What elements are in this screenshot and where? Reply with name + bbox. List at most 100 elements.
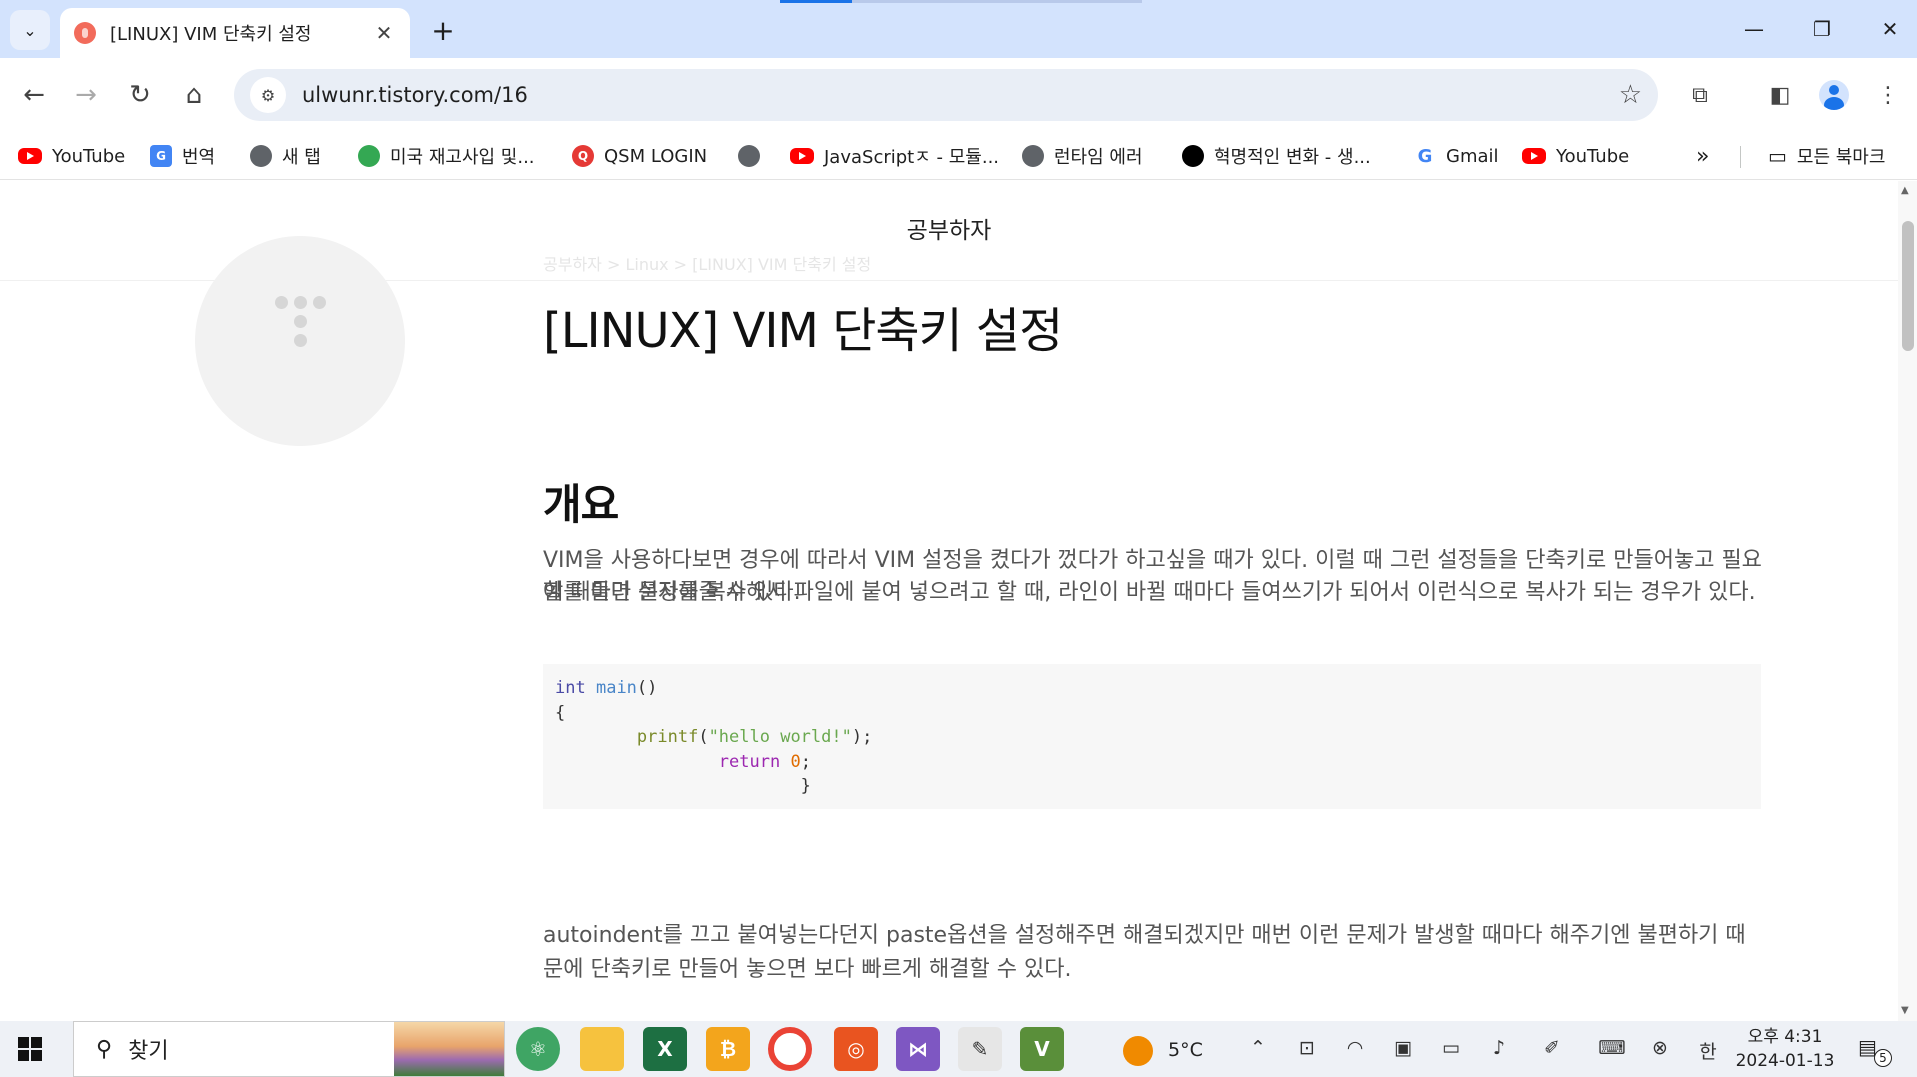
reload-icon[interactable]: ↻ [118, 73, 162, 117]
back-arrow-icon[interactable]: ← [12, 73, 56, 117]
bookmark-label: YouTube [1556, 145, 1630, 167]
code-function: main [595, 678, 637, 698]
close-window-button[interactable]: ✕ [1856, 8, 1917, 50]
start-tile [31, 1050, 42, 1061]
page-content: 공부하자 공부하자 > Linux > [LINUX] VIM 단축키 설정 [… [0, 181, 1898, 1021]
new-tab-button[interactable]: + [425, 12, 461, 48]
scroll-down-icon[interactable]: ▼ [1901, 1005, 1909, 1016]
globe-icon [250, 145, 272, 167]
code-text: ; [800, 751, 811, 772]
bookmark-star-icon[interactable]: ☆ [1619, 80, 1642, 110]
notifications-button[interactable]: ▤ 5 [1858, 1035, 1892, 1067]
vim-icon[interactable]: V [1020, 1027, 1064, 1071]
tray-chevron-icon[interactable]: ⌃ [1243, 1037, 1273, 1059]
atom-app-icon[interactable]: ⚛ [516, 1027, 560, 1071]
tab-close-icon[interactable]: ✕ [372, 21, 396, 45]
site-settings-icon[interactable]: ⚙ [250, 77, 286, 113]
battery-icon[interactable]: ▭ [1436, 1037, 1466, 1059]
ubuntu-icon[interactable]: ◎ [834, 1027, 878, 1071]
youtube-icon [790, 148, 814, 164]
search-icon: ⚲ [96, 1036, 113, 1062]
pen-icon[interactable]: ✐ [1537, 1037, 1567, 1059]
paragraph-solution: autoindent를 끄고 붙여넣는다던지 paste옵션을 설정해주면 해결… [543, 923, 1746, 982]
page-scrollbar[interactable]: ▲ ▼ [1898, 181, 1917, 1021]
keyboard-icon[interactable]: ⌨ [1597, 1037, 1627, 1059]
bookmark-revolution[interactable]: 혁명적인 변화 - 생... [1182, 140, 1371, 172]
more-menu-icon[interactable]: ⋮ [1866, 73, 1910, 117]
scroll-thumb[interactable] [1902, 221, 1914, 351]
bookmark-label: JavaScriptㅈ - 모듈... [824, 147, 1000, 168]
search-placeholder: 찾기 [128, 1039, 169, 1064]
bookmark-runtime-error[interactable]: 런타임 에러 [1022, 140, 1143, 172]
bookmark-label: QSM LOGIN [604, 145, 708, 167]
circle-icon [1182, 145, 1204, 167]
url-text[interactable]: ulwunr.tistory.com/16 [302, 83, 1619, 107]
profile-avatar[interactable] [1812, 73, 1856, 117]
restore-button[interactable]: ❐ [1788, 8, 1856, 50]
code-number: 0 [790, 751, 801, 772]
volume-icon[interactable]: ♪ [1484, 1037, 1514, 1059]
profile-image[interactable] [195, 236, 405, 446]
close-circle-icon[interactable]: ⊗ [1645, 1037, 1675, 1059]
clock-date: 2024-01-13 [1735, 1051, 1835, 1071]
start-tile [18, 1050, 29, 1061]
taskbar-search[interactable]: ⚲ 찾기 [73, 1021, 505, 1077]
chrome-icon[interactable] [768, 1027, 812, 1071]
globe-icon [1022, 145, 1044, 167]
logo-dot [294, 296, 307, 309]
bookmarks-bar: YouTube G 번역 새 탭 미국 재고사입 및... Q QSM LOGIN … [0, 132, 1917, 180]
tab-title: [LINUX] VIM 단축키 설정 [110, 24, 312, 45]
youtube-icon [18, 148, 42, 164]
wifi-icon[interactable]: ◠ [1340, 1037, 1370, 1059]
start-tile [18, 1037, 29, 1048]
bookmark-gmail[interactable]: G Gmail [1414, 140, 1499, 172]
qsm-icon: Q [572, 145, 594, 167]
chevron-down-icon: ⌄ [23, 20, 37, 40]
camera-icon[interactable]: ⊡ [1292, 1037, 1322, 1059]
start-tile [31, 1037, 42, 1048]
bookmark-translate[interactable]: G 번역 [150, 140, 215, 172]
minimize-button[interactable]: — [1720, 8, 1788, 50]
windows-start-icon[interactable] [18, 1037, 42, 1061]
extensions-icon[interactable]: ⧉ [1678, 73, 1722, 117]
code-string: "hello world!" [708, 727, 852, 747]
weather-sun-icon[interactable] [1123, 1036, 1153, 1066]
google-icon: G [1414, 145, 1436, 167]
browser-toolbar: ← → ↻ ⌂ ⚙ ulwunr.tistory.com/16 ☆ ⧉ ◧ ⋮ [0, 58, 1917, 132]
logo-dot [313, 296, 326, 309]
forward-arrow-icon[interactable]: → [64, 73, 108, 117]
weather-temperature[interactable]: 5°C [1168, 1039, 1203, 1061]
folder-icon: ▭ [1768, 144, 1787, 168]
code-text: } [800, 776, 811, 796]
globe-icon [738, 145, 760, 167]
bookmark-divider [1740, 146, 1741, 168]
tab-active[interactable]: [LINUX] VIM 단축키 설정 ✕ [60, 8, 410, 58]
bookmark-label: 미국 재고사입 및... [390, 147, 535, 168]
ime-indicator[interactable]: 한 [1693, 1037, 1723, 1064]
bookmark-javascript[interactable]: JavaScriptㅈ - 모듈... [790, 140, 999, 172]
excel-icon[interactable]: X [643, 1027, 687, 1071]
paragraph-example: 예를 들면 문자를 복사해서 파일에 붙여 넣으려고 할 때, 라인이 바뀔 때… [543, 580, 1756, 605]
file-explorer-icon[interactable] [580, 1027, 624, 1071]
bookmark-us-stock[interactable]: 미국 재고사입 및... [358, 140, 535, 172]
display-icon[interactable]: ▣ [1388, 1037, 1418, 1059]
bookmark-qsm-login[interactable]: Q QSM LOGIN [572, 140, 707, 172]
tab-load-indicator [780, 0, 852, 3]
tab-search-button[interactable]: ⌄ [10, 10, 50, 50]
more-bookmarks-icon[interactable]: » [1696, 140, 1709, 172]
side-panel-icon[interactable]: ◧ [1758, 73, 1802, 117]
address-bar[interactable]: ⚙ ulwunr.tistory.com/16 ☆ [234, 69, 1658, 121]
scroll-up-icon[interactable]: ▲ [1901, 185, 1909, 196]
notes-app-icon[interactable]: ₿ [706, 1027, 750, 1071]
utility-app-icon[interactable]: ✎ [958, 1027, 1002, 1071]
logo-dot [294, 315, 307, 328]
visual-studio-icon[interactable]: ⋈ [896, 1027, 940, 1071]
bookmark-new-tab[interactable]: 새 탭 [250, 140, 321, 172]
bookmark-globe[interactable] [738, 140, 770, 172]
home-icon[interactable]: ⌂ [172, 73, 216, 117]
taskbar-clock[interactable]: 오후 4:31 2024-01-13 [1735, 1025, 1835, 1073]
bookmark-youtube[interactable]: YouTube [18, 140, 125, 172]
all-bookmarks-button[interactable]: ▭ 모든 북마크 [1768, 140, 1885, 172]
bookmark-youtube-2[interactable]: YouTube [1522, 140, 1629, 172]
bookmark-label: Gmail [1446, 145, 1499, 167]
